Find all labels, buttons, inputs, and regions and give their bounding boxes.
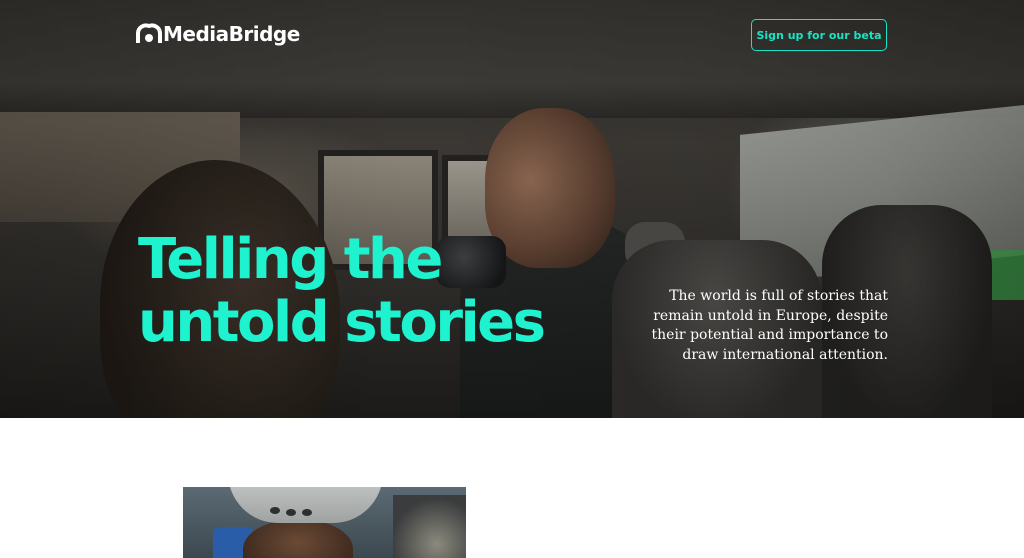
hero-headline-line-2: untold stories [138,290,546,355]
preview-photo-background [393,495,466,558]
hero-headline: Telling the untold stories [138,228,558,354]
hero-section: MediaBridge Sign up for our beta Telling… [0,0,1024,418]
preview-photo-helmet-detail [302,509,312,516]
site-logo[interactable]: MediaBridge [136,21,300,47]
hero-headline-line-1: Telling the [138,227,443,292]
preview-photo-helmet [228,487,383,523]
logo-text: MediaBridge [163,22,300,46]
mediabridge-logo-icon [136,23,162,45]
preview-photo-person [243,519,353,558]
hero-description: The world is full of stories that remain… [651,288,888,363]
sign-up-beta-button[interactable]: Sign up for our beta [751,19,887,51]
preview-photo-helmet-detail [286,509,296,516]
story-preview-image[interactable] [183,487,466,558]
preview-photo-helmet-detail [270,507,280,514]
